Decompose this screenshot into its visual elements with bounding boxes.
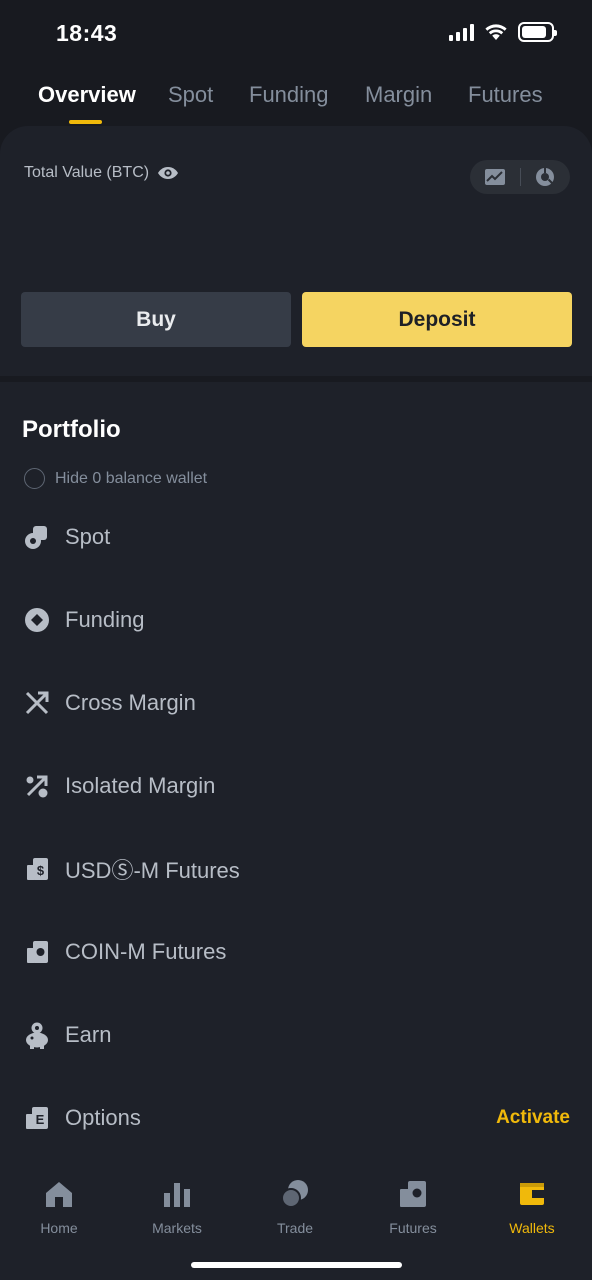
wallet-row-cross-margin[interactable]: Cross Margin xyxy=(0,678,592,728)
portfolio-title: Portfolio xyxy=(22,416,121,443)
wallet-tabs: Overview Spot Funding Margin Futures xyxy=(0,76,592,128)
wallet-label: Cross Margin xyxy=(65,690,196,715)
wallet-label: Funding xyxy=(65,607,145,632)
wallet-row-funding[interactable]: Funding xyxy=(0,595,592,645)
nav-markets[interactable]: Markets xyxy=(127,1176,227,1236)
bottom-navigation: Home Markets Trade Futures Wallets xyxy=(0,1162,592,1280)
tab-margin[interactable]: Margin xyxy=(365,82,432,108)
total-value-label: Total Value (BTC) xyxy=(24,164,179,182)
futures-icon xyxy=(400,1181,426,1207)
wallet-label: Earn xyxy=(65,1022,112,1047)
markets-icon xyxy=(164,1183,190,1207)
battery-icon xyxy=(518,22,557,42)
status-bar: 18:43 xyxy=(0,0,592,66)
wallet-row-spot[interactable]: Spot xyxy=(0,512,592,562)
line-chart-toggle[interactable] xyxy=(470,160,520,194)
wallet-row-isolated-margin[interactable]: Isolated Margin xyxy=(0,761,592,811)
home-icon xyxy=(46,1182,72,1207)
wallet-label: Options xyxy=(65,1105,141,1130)
home-indicator[interactable] xyxy=(191,1262,402,1268)
active-tab-indicator xyxy=(69,120,102,124)
portfolio-section: Portfolio Hide 0 balance wallet Spot Fun… xyxy=(0,382,592,1162)
options-icon: E xyxy=(23,1104,51,1132)
tab-overview[interactable]: Overview xyxy=(38,82,136,108)
cross-margin-icon xyxy=(23,689,51,717)
wifi-icon xyxy=(485,24,507,40)
deposit-button[interactable]: Deposit xyxy=(302,292,572,347)
funding-wallet-icon xyxy=(23,606,51,634)
wallet-label: USDⓈ-M Futures xyxy=(65,858,240,883)
nav-wallets-label: Wallets xyxy=(509,1220,555,1236)
wallet-row-options[interactable]: E Options Activate xyxy=(0,1093,592,1143)
nav-trade[interactable]: Trade xyxy=(245,1176,345,1236)
tab-spot[interactable]: Spot xyxy=(168,82,213,108)
usds-m-futures-icon: $ xyxy=(23,855,51,883)
hide-zero-radio[interactable] xyxy=(24,468,45,489)
nav-futures[interactable]: Futures xyxy=(363,1176,463,1236)
activate-options-link[interactable]: Activate xyxy=(496,1107,570,1129)
nav-home-label: Home xyxy=(40,1220,78,1236)
wallet-icon xyxy=(520,1183,544,1205)
coin-m-futures-icon xyxy=(23,938,51,966)
svg-text:$: $ xyxy=(37,863,45,878)
hide-zero-label: Hide 0 balance wallet xyxy=(55,469,208,487)
wallet-row-earn[interactable]: Earn xyxy=(0,1010,592,1060)
spot-wallet-icon xyxy=(23,523,51,551)
tab-funding[interactable]: Funding xyxy=(249,82,329,108)
isolated-margin-icon xyxy=(23,772,51,800)
overview-card: Total Value (BTC) Buy Deposit xyxy=(0,126,592,376)
cellular-signal-icon xyxy=(449,23,474,41)
battery-level xyxy=(522,26,546,38)
nav-home[interactable]: Home xyxy=(9,1176,109,1236)
nav-wallets[interactable]: Wallets xyxy=(482,1176,582,1236)
status-icons xyxy=(449,22,557,42)
pie-chart-icon xyxy=(536,168,555,186)
trade-icon xyxy=(281,1180,308,1208)
nav-markets-label: Markets xyxy=(152,1220,202,1236)
wallet-row-usds-m-futures[interactable]: $ USDⓈ-M Futures xyxy=(0,844,592,894)
line-chart-icon xyxy=(484,169,505,185)
total-value-text: Total Value (BTC) xyxy=(24,164,150,181)
earn-icon xyxy=(23,1021,51,1049)
eye-icon[interactable] xyxy=(157,165,179,181)
chart-view-toggle xyxy=(470,160,570,194)
nav-futures-label: Futures xyxy=(389,1220,437,1236)
pie-chart-toggle[interactable] xyxy=(520,160,570,194)
status-time: 18:43 xyxy=(56,20,118,46)
wallet-label: Isolated Margin xyxy=(65,773,216,798)
wallet-label: Spot xyxy=(65,524,111,549)
hide-zero-balance-option[interactable]: Hide 0 balance wallet xyxy=(24,468,207,489)
wallet-row-coin-m-futures[interactable]: COIN-M Futures xyxy=(0,927,592,977)
buy-button[interactable]: Buy xyxy=(21,292,291,347)
wallet-label: COIN-M Futures xyxy=(65,939,227,964)
nav-trade-label: Trade xyxy=(276,1220,314,1236)
tab-futures[interactable]: Futures xyxy=(468,82,543,108)
svg-text:E: E xyxy=(36,1112,45,1127)
